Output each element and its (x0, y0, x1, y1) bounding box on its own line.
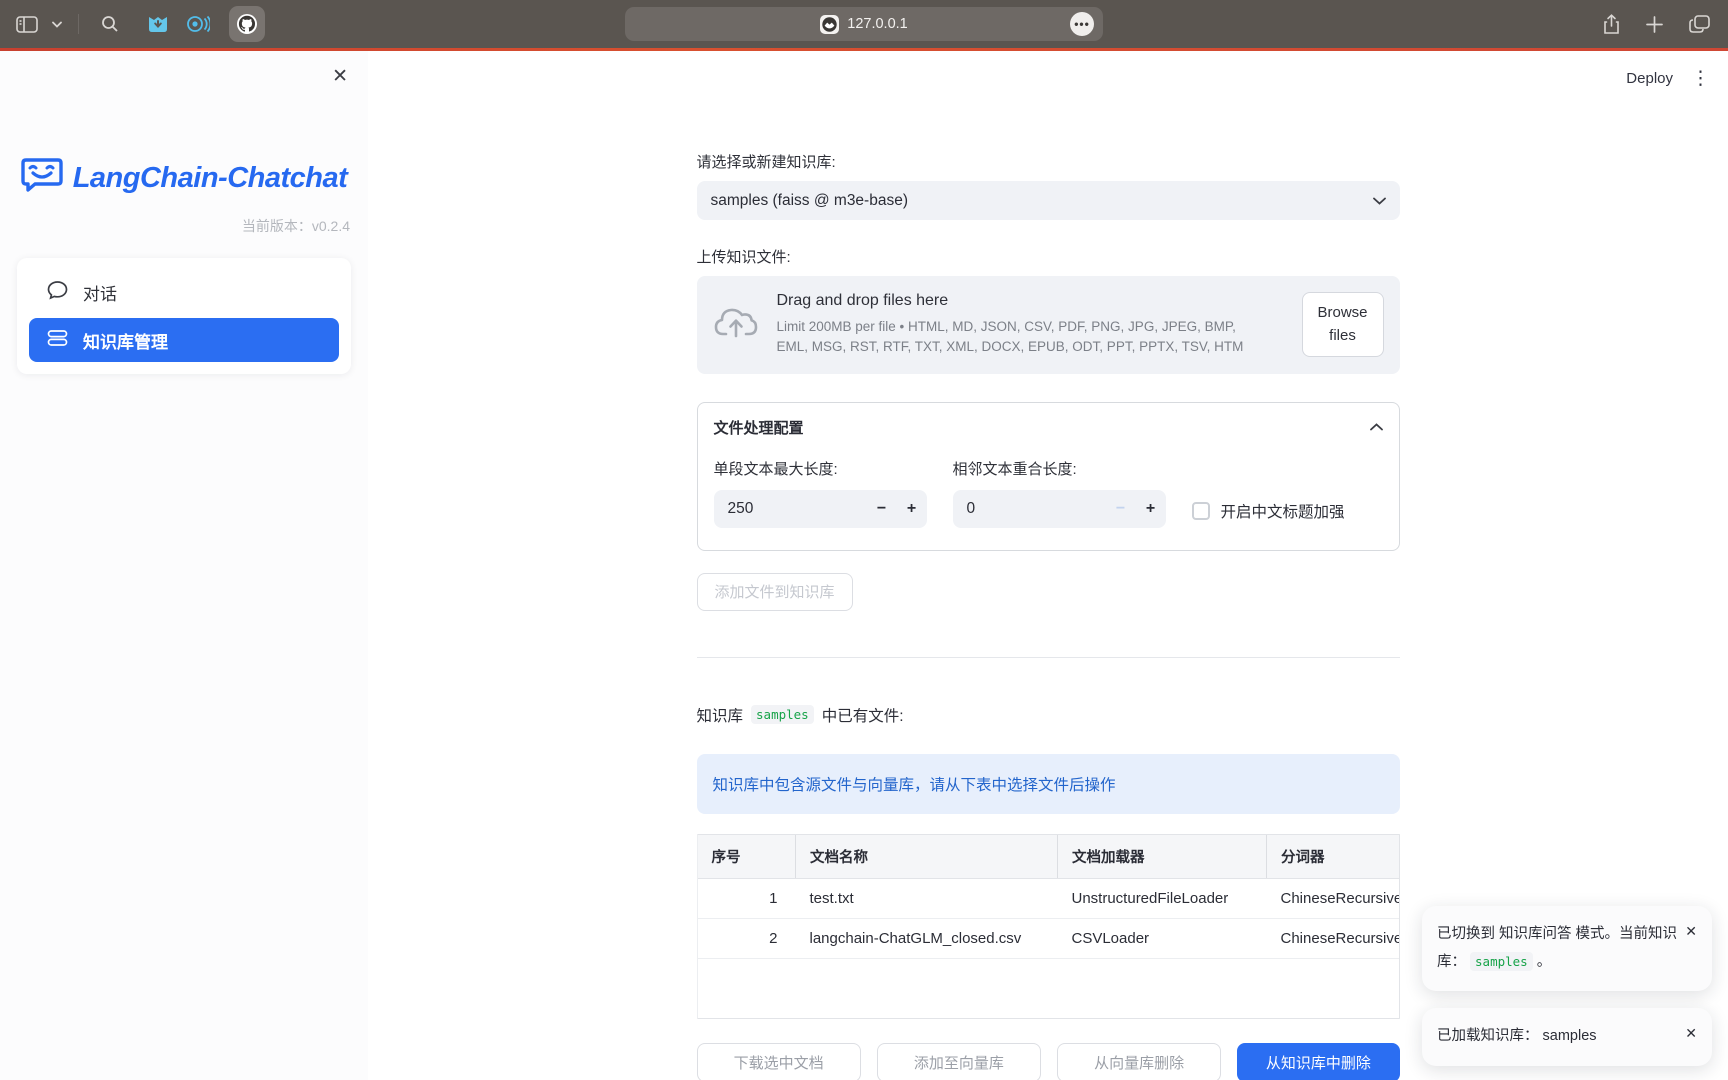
zh-title-checkbox[interactable] (1192, 502, 1210, 520)
delete-from-kb-button[interactable]: 从知识库中删除 (1237, 1043, 1399, 1080)
active-tab[interactable] (229, 6, 265, 42)
pinned-tab-icon[interactable] (185, 11, 211, 37)
file-config-expander: 文件处理配置 单段文本最大长度: 250 − + (697, 402, 1400, 551)
kb-selectbox[interactable]: samples (faiss @ m3e-base) (697, 181, 1400, 220)
sidebar-nav: 对话 知识库管理 (17, 258, 351, 374)
overflow-menu-icon[interactable]: ⋮ (1691, 69, 1710, 88)
close-icon[interactable]: ✕ (1685, 1025, 1697, 1042)
github-icon (236, 13, 258, 35)
address-bar[interactable]: 127.0.0.1 ••• (625, 7, 1103, 41)
sidebar-item-dialogue[interactable]: 对话 (29, 270, 339, 314)
existing-files-heading: 知识库 samples 中已有文件: (697, 704, 1400, 726)
new-tab-icon[interactable] (1646, 16, 1663, 33)
chrome-divider (78, 14, 79, 34)
table-row[interactable]: 1 test.txt UnstructuredFileLoader Chines… (698, 878, 1399, 918)
dropzone-limit-text: Limit 200MB per file • HTML, MD, JSON, C… (777, 317, 1263, 358)
expander-title: 文件处理配置 (714, 417, 1370, 438)
upload-label: 上传知识文件: (697, 246, 1400, 267)
deploy-button[interactable]: Deploy (1626, 70, 1673, 87)
add-files-button[interactable]: 添加文件到知识库 (697, 573, 853, 611)
col-header-index[interactable]: 序号 (698, 835, 796, 879)
zh-title-checkbox-label: 开启中文标题加强 (1221, 500, 1345, 522)
chevron-up-icon (1370, 418, 1383, 436)
overlap-size-input[interactable]: 0 − + (953, 490, 1166, 528)
close-icon[interactable]: ✕ (1685, 923, 1697, 940)
sidebar: ✕ LangChain-Chatchat 当前版本：v0.2.4 (0, 51, 368, 1080)
increment-button[interactable]: + (897, 490, 927, 528)
table-row[interactable]: 2 langchain-ChatGLM_closed.csv CSVLoader… (698, 918, 1399, 958)
share-icon[interactable] (1603, 14, 1620, 35)
streamlit-favicon (820, 15, 839, 34)
decrement-button[interactable]: − (867, 490, 897, 528)
app-title: LangChain-Chatchat (73, 162, 348, 195)
overlap-size-value: 0 (967, 500, 1106, 518)
overlap-size-label: 相邻文本重合长度: (953, 458, 1166, 479)
tab-overview-icon[interactable] (1689, 15, 1710, 34)
extensions-icon[interactable]: ••• (1070, 12, 1094, 36)
search-icon[interactable] (101, 15, 119, 33)
sidebar-close-icon[interactable]: ✕ (332, 67, 348, 86)
col-header-name[interactable]: 文档名称 (796, 835, 1058, 879)
toast-mode-switched: 已切换到 知识库问答 模式。当前知识库： samples 。 ✕ (1422, 906, 1712, 991)
chunk-size-label: 单段文本最大长度: (714, 458, 927, 479)
col-header-splitter[interactable]: 分词器 (1267, 835, 1399, 879)
kb-name-code: samples (1470, 952, 1533, 971)
chevron-down-icon (1373, 192, 1386, 210)
kb-selected-value: samples (faiss @ m3e-base) (711, 192, 1373, 210)
decrement-button[interactable]: − (1106, 490, 1136, 528)
kb-name-code: samples (751, 705, 814, 724)
chat-icon (47, 280, 68, 305)
add-to-vectorstore-button[interactable]: 添加至向量库 (877, 1043, 1041, 1080)
files-table: 序号 文档名称 文档加载器 分词器 1 test.txt Unstructure… (697, 834, 1400, 1020)
sidebar-toggle-icon[interactable] (16, 16, 38, 33)
pinned-tab-icon[interactable] (145, 11, 171, 37)
table-empty-space (698, 958, 1399, 1018)
download-selected-button[interactable]: 下载选中文档 (697, 1043, 861, 1080)
kb-select-label: 请选择或新建知识库: (697, 151, 1400, 172)
file-dropzone[interactable]: Drag and drop files here Limit 200MB per… (697, 276, 1400, 374)
cloud-upload-icon (713, 302, 759, 347)
delete-from-vectorstore-button[interactable]: 从向量库删除 (1057, 1043, 1221, 1080)
app-logo: LangChain-Chatchat (0, 157, 368, 200)
sidebar-item-knowledge-base[interactable]: 知识库管理 (29, 318, 339, 362)
version-text: 当前版本：v0.2.4 (0, 216, 368, 236)
chunk-size-input[interactable]: 250 − + (714, 490, 927, 528)
browse-files-button[interactable]: Browse files (1302, 292, 1384, 357)
toast-stack: 已切换到 知识库问答 模式。当前知识库： samples 。 ✕ 已加载知识库：… (1422, 906, 1712, 1066)
increment-button[interactable]: + (1136, 490, 1166, 528)
toast-kb-loaded: 已加载知识库： samples ✕ (1422, 1008, 1712, 1066)
chunk-size-value: 250 (728, 500, 867, 518)
table-header-row: 序号 文档名称 文档加载器 分词器 (698, 835, 1399, 879)
divider (697, 657, 1400, 658)
chevron-down-icon[interactable] (52, 21, 62, 28)
sidebar-item-label: 对话 (83, 280, 117, 305)
sidebar-item-label: 知识库管理 (83, 328, 168, 353)
database-icon (47, 329, 68, 352)
url-text: 127.0.0.1 (847, 16, 907, 32)
expander-header[interactable]: 文件处理配置 (698, 403, 1399, 450)
col-header-loader[interactable]: 文档加载器 (1058, 835, 1267, 879)
info-banner: 知识库中包含源文件与向量库，请从下表中选择文件后操作 (697, 754, 1400, 814)
browser-chrome: 127.0.0.1 ••• (0, 0, 1728, 48)
chat-bubble-logo-icon (21, 157, 63, 200)
dropzone-title: Drag and drop files here (777, 292, 1284, 310)
